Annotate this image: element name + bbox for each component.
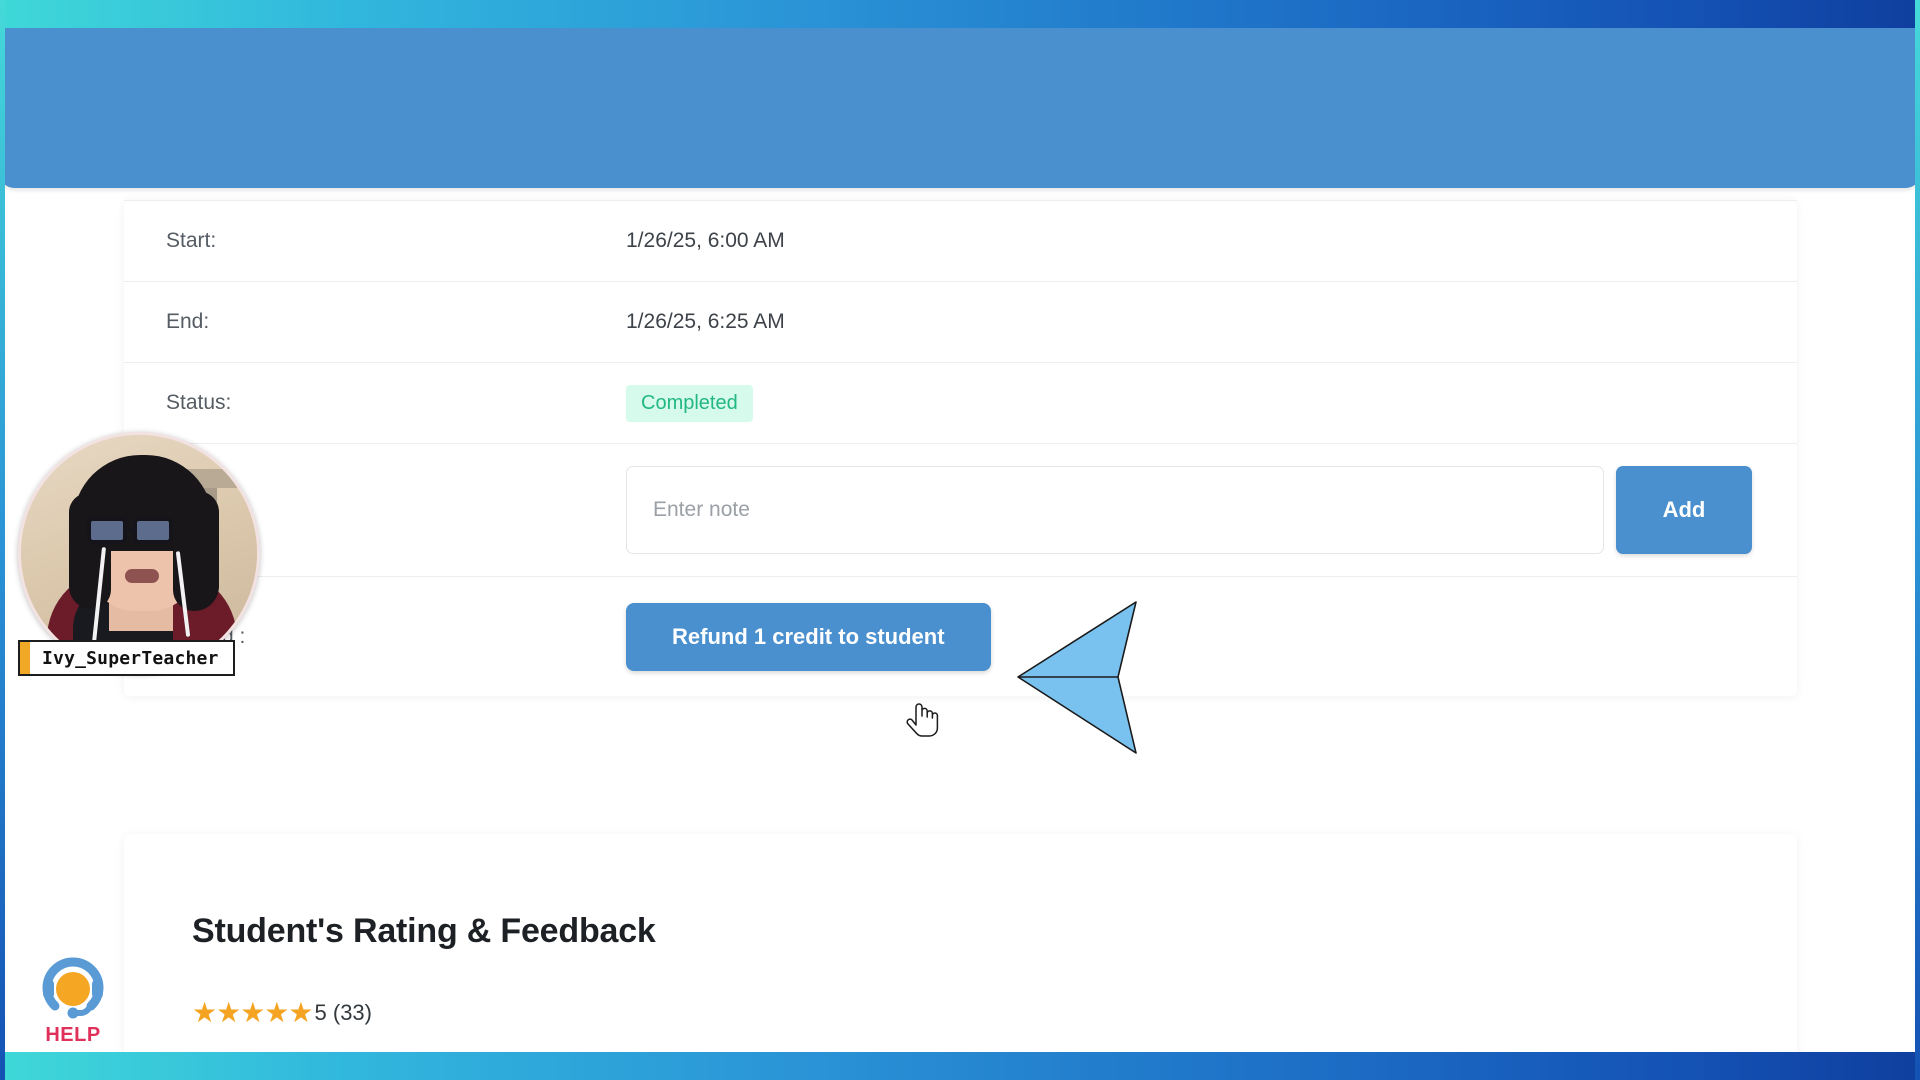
page-viewport: Start: 1/26/25, 6:00 AM End: 1/26/25, 6:… bbox=[0, 22, 1920, 1062]
detail-row-start: Start: 1/26/25, 6:00 AM bbox=[124, 200, 1797, 281]
presenter-name-badge: Ivy_SuperTeacher bbox=[18, 640, 235, 676]
window-frame-right bbox=[1915, 0, 1920, 1080]
note-input[interactable] bbox=[626, 466, 1604, 554]
mouse-cursor-icon bbox=[905, 699, 939, 739]
help-label: HELP bbox=[45, 1024, 101, 1046]
refund-credit-button[interactable]: Refund 1 credit to student bbox=[626, 602, 991, 671]
start-label: Start: bbox=[166, 229, 217, 252]
end-value: 1/26/25, 6:25 AM bbox=[626, 310, 785, 333]
help-widget[interactable]: HELP bbox=[28, 952, 118, 1060]
student-rating-card: Student's Rating & Feedback ★★★★★ 5 (33)… bbox=[124, 834, 1797, 1062]
presenter-name-text: Ivy_SuperTeacher bbox=[42, 647, 219, 669]
rating-summary-line: ★★★★★ 5 (33) bbox=[192, 999, 1797, 1027]
detail-row-end: End: 1/26/25, 6:25 AM bbox=[124, 281, 1797, 362]
detail-row-refund: Refund : Refund 1 credit to student bbox=[124, 576, 1797, 696]
note-entry-group: Add bbox=[626, 466, 1752, 554]
detail-row-status: Status: Completed bbox=[124, 362, 1797, 443]
lesson-detail-card: Start: 1/26/25, 6:00 AM End: 1/26/25, 6:… bbox=[124, 200, 1797, 696]
star-rating-icon: ★★★★★ bbox=[192, 997, 314, 1028]
window-frame-top bbox=[0, 0, 1920, 28]
end-label: End: bbox=[166, 310, 210, 333]
status-value-wrap: Completed bbox=[626, 384, 753, 422]
rating-section-title: Student's Rating & Feedback bbox=[192, 912, 656, 950]
page-header-band bbox=[0, 22, 1920, 188]
headset-icon bbox=[42, 957, 104, 1019]
start-value: 1/26/25, 6:00 AM bbox=[626, 229, 785, 252]
status-badge: Completed bbox=[626, 384, 753, 422]
add-note-button[interactable]: Add bbox=[1616, 466, 1752, 554]
status-label: Status: bbox=[166, 391, 232, 414]
rating-score-text: 5 (33) bbox=[314, 1000, 372, 1025]
presenter-name-accent-bar bbox=[20, 642, 30, 674]
detail-row-notes: Notes Add bbox=[124, 443, 1797, 576]
presenter-webcam-avatar bbox=[18, 432, 260, 674]
window-frame-bottom bbox=[0, 1052, 1920, 1080]
window-frame-left bbox=[0, 0, 5, 1080]
